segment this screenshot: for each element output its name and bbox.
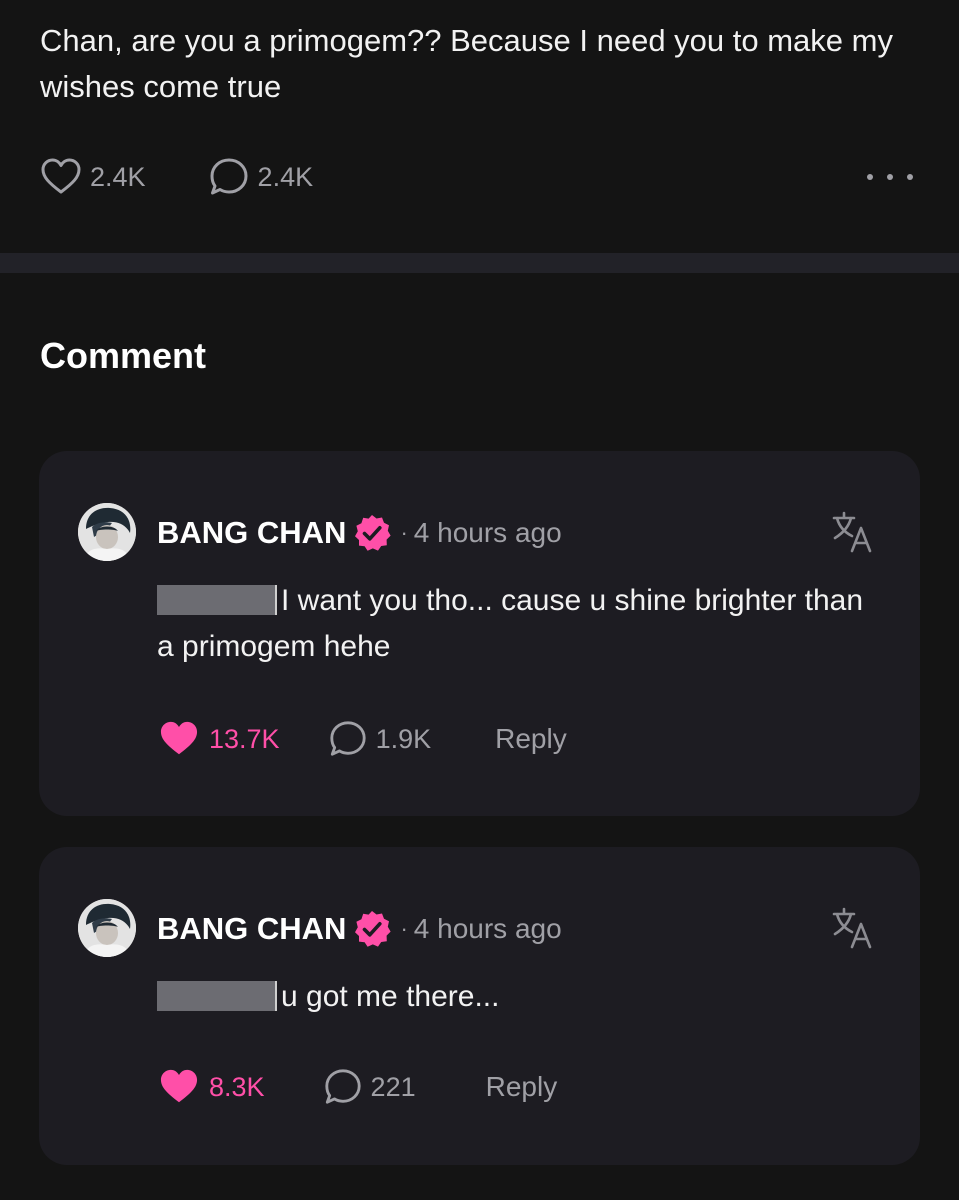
reply-button[interactable]: Reply [486,1071,558,1103]
heart-icon [160,721,198,755]
post-comment-button[interactable]: 2.4K [208,156,314,198]
comment-body: I want you tho... cause u shine brighter… [157,578,877,670]
translate-button[interactable] [830,905,876,956]
section-divider [0,253,959,273]
avatar[interactable] [78,899,136,957]
verified-badge-icon [355,515,392,551]
comment-card: BANG CHAN · 4 hours ago u got me there..… [39,847,920,1165]
comment-bubble-icon [210,158,248,195]
translate-icon [832,511,872,553]
comment-like-button[interactable]: 13.7K [159,720,280,758]
avatar[interactable] [78,503,136,561]
comment-time: 4 hours ago [413,517,562,548]
more-dots-icon [867,174,873,180]
comment-header: BANG CHAN · 4 hours ago [157,513,562,553]
comment-actions: 13.7K 1.9K Reply [159,717,567,761]
comment-body: u got me there... [157,974,877,1020]
more-options-button[interactable] [867,166,913,188]
comment-bubble-icon [324,1069,361,1104]
comment-header: BANG CHAN · 4 hours ago [157,909,562,949]
post: Chan, are you a primogem?? Because I nee… [0,0,959,253]
translate-icon [832,907,872,949]
author-name[interactable]: BANG CHAN [157,515,346,551]
post-like-button[interactable]: 2.4K [40,157,146,197]
comments-section-title: Comment [40,335,207,376]
comment-reply-count: 1.9K [375,723,432,754]
comment-replies-button[interactable]: 221 [323,1067,416,1107]
post-actions: 2.4K 2.4K [40,155,313,199]
comment-like-button[interactable]: 8.3K [159,1068,265,1106]
verified-badge-icon [355,911,392,947]
post-like-count: 2.4K [90,161,146,192]
heart-icon [41,158,81,194]
mention-redacted [157,585,277,615]
post-text: Chan, are you a primogem?? Because I nee… [40,23,893,104]
comment-replies-button[interactable]: 1.9K [328,719,432,759]
heart-icon [160,1069,198,1103]
translate-button[interactable] [830,509,876,560]
comment-reply-count: 221 [370,1071,416,1102]
comment-card: BANG CHAN · 4 hours ago I want you tho..… [39,451,920,816]
mention-redacted [157,981,277,1011]
comment-like-count: 8.3K [209,1071,265,1102]
comment-time: 4 hours ago [413,913,562,944]
comment-like-count: 13.7K [209,723,280,754]
comment-text: u got me there... [281,980,500,1013]
comment-actions: 8.3K 221 Reply [159,1065,557,1109]
post-comment-count: 2.4K [257,161,314,192]
author-name[interactable]: BANG CHAN [157,911,346,947]
comment-bubble-icon [329,721,366,756]
reply-button[interactable]: Reply [495,723,567,755]
comments-section: Comment BANG CHAN · 4 hours ago I want y… [0,273,959,1200]
